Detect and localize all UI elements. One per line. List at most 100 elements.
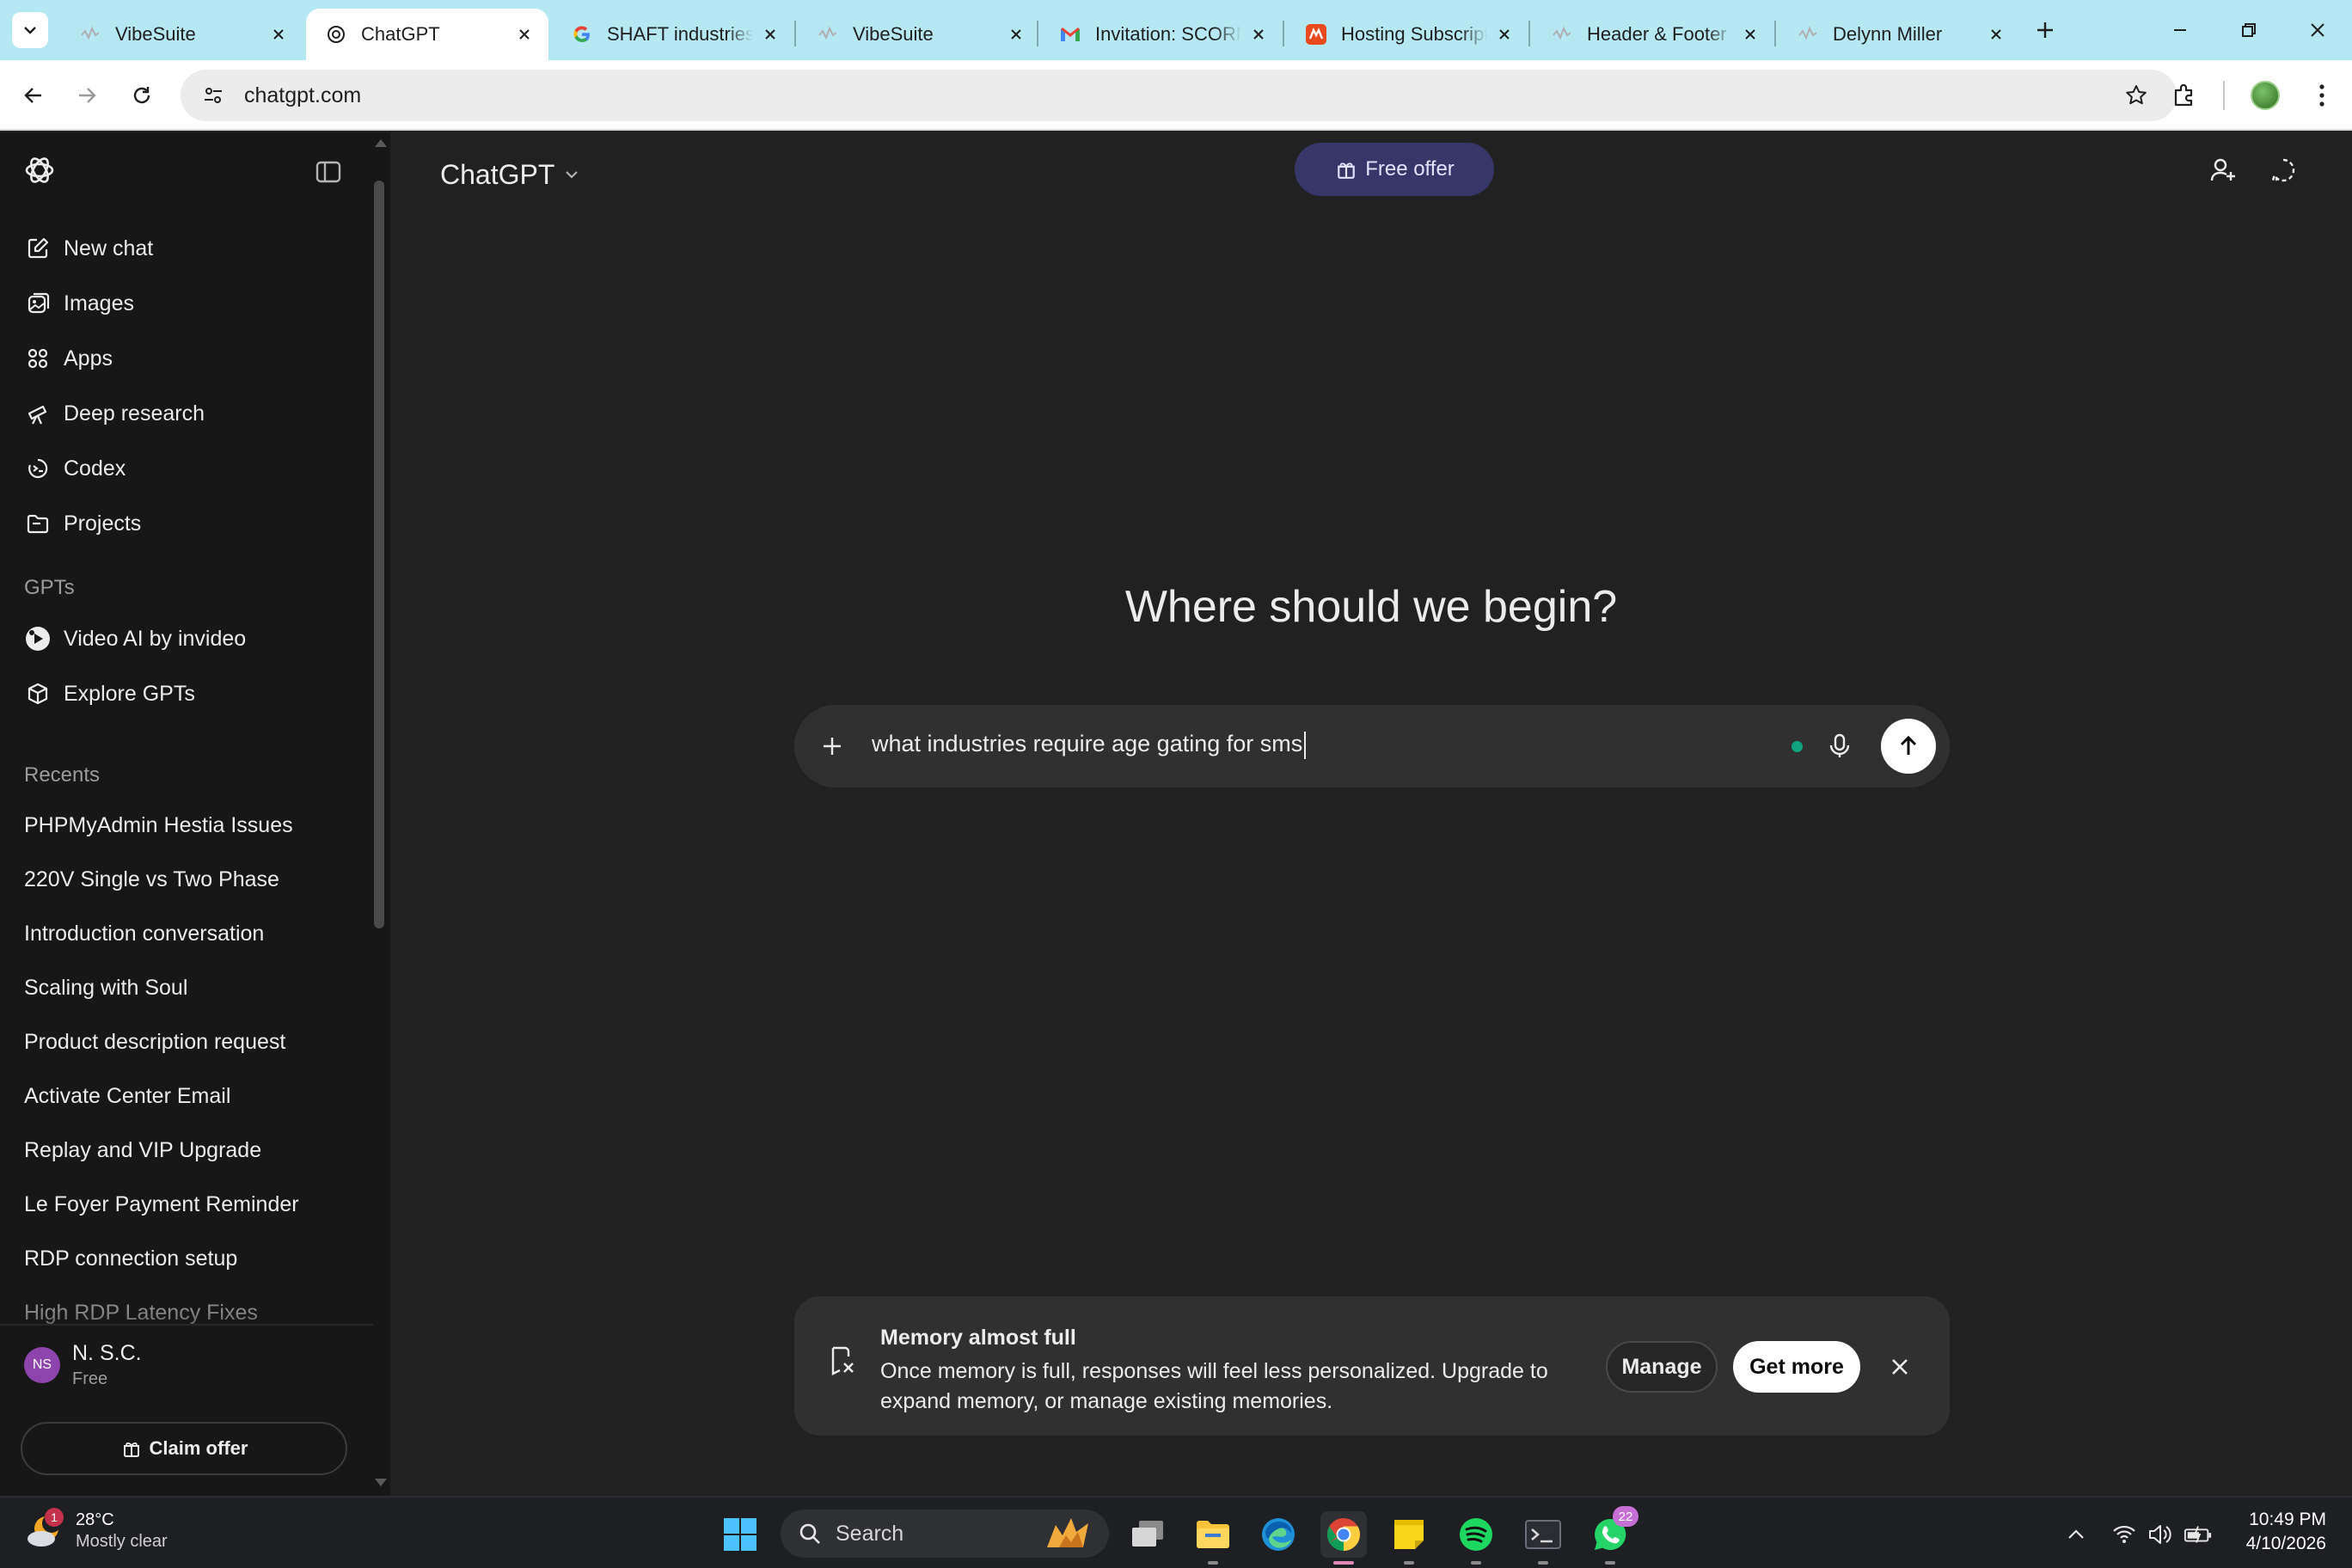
browser-tab[interactable]: SHAFT industries	[552, 9, 794, 60]
back-button[interactable]	[15, 77, 52, 113]
vibesuite-favicon	[817, 23, 839, 46]
site-info-icon[interactable]	[196, 78, 230, 113]
minimize-button[interactable]	[2146, 0, 2214, 60]
edge-logo-icon	[1262, 1518, 1295, 1551]
google-favicon	[571, 23, 593, 46]
browser-menu-button[interactable]	[2304, 77, 2340, 113]
vibesuite-favicon	[79, 23, 101, 46]
system-clock[interactable]: 10:49 PM 4/10/2026	[2246, 1508, 2326, 1556]
address-bar[interactable]: chatgpt.com	[181, 70, 2177, 121]
recents-heading: Recents	[24, 763, 101, 787]
browser-tab[interactable]: VibeSuite	[60, 9, 303, 60]
recent-chat-item[interactable]: 220V Single vs Two Phase	[24, 867, 279, 892]
sidebar-item-video-ai[interactable]: Video AI by invideo	[12, 616, 356, 662]
tray-overflow-button[interactable]	[2061, 1520, 2091, 1549]
attach-button[interactable]	[815, 729, 849, 763]
start-button[interactable]	[717, 1511, 763, 1558]
edge-browser-app[interactable]	[1255, 1511, 1302, 1558]
sidebar-item-new-chat[interactable]: New chat	[12, 225, 356, 272]
gift-icon	[120, 1437, 143, 1460]
restore-button[interactable]	[2214, 0, 2283, 60]
reload-button[interactable]	[124, 77, 160, 113]
sidebar-item-codex[interactable]: Codex	[12, 445, 356, 492]
images-icon	[24, 290, 52, 317]
forward-button[interactable]	[69, 77, 105, 113]
browser-tab[interactable]: VibeSuite	[798, 9, 1040, 60]
tab-close-icon[interactable]	[1738, 22, 1762, 46]
user-profile-row[interactable]: NS N. S.C. Free	[12, 1331, 359, 1400]
send-button[interactable]	[1881, 719, 1936, 774]
battery-charging-icon	[2184, 1526, 2212, 1543]
cube-icon	[24, 680, 52, 707]
tab-close-icon[interactable]	[266, 22, 291, 46]
manage-memory-button[interactable]: Manage	[1606, 1341, 1718, 1393]
browser-toolbar: chatgpt.com	[0, 60, 2352, 131]
battery-status[interactable]	[2184, 1520, 2213, 1549]
scroll-up-arrow[interactable]	[375, 139, 387, 147]
free-offer-label: Free offer	[1365, 157, 1455, 181]
recent-chat-item[interactable]: Introduction conversation	[24, 922, 264, 946]
free-offer-button[interactable]: Free offer	[1295, 143, 1494, 196]
close-window-button[interactable]	[2283, 0, 2352, 60]
tab-close-icon[interactable]	[1246, 22, 1271, 46]
scrollbar-thumb[interactable]	[374, 181, 384, 928]
openai-logo-icon[interactable]	[22, 153, 57, 187]
prompt-input[interactable]: what industries require age gating for s…	[872, 731, 1307, 759]
volume-control[interactable]	[2146, 1520, 2175, 1549]
tab-close-icon[interactable]	[1492, 22, 1516, 46]
browser-tab[interactable]: Header & Footer	[1532, 9, 1774, 60]
tab-search-button[interactable]	[12, 12, 48, 48]
message-composer[interactable]: what industries require age gating for s…	[794, 705, 1950, 787]
recent-chat-item[interactable]: Product description request	[24, 1030, 285, 1055]
sidebar-item-apps[interactable]: Apps	[12, 335, 356, 382]
weather-widget[interactable]: 1 28°C Mostly clear	[24, 1508, 168, 1553]
speaker-icon	[2149, 1525, 2171, 1544]
get-more-button[interactable]: Get more	[1733, 1341, 1860, 1393]
sidebar-item-explore-gpts[interactable]: Explore GPTs	[12, 671, 356, 717]
tab-close-icon[interactable]	[758, 22, 782, 46]
recent-chat-item[interactable]: Scaling with Soul	[24, 976, 187, 1001]
bookmark-star-icon[interactable]	[2120, 79, 2153, 112]
browser-tab[interactable]: Invitation: SCORM	[1040, 9, 1283, 60]
tab-close-icon[interactable]	[512, 22, 536, 46]
tab-close-icon[interactable]	[1004, 22, 1028, 46]
extensions-button[interactable]	[2166, 77, 2202, 113]
profile-button[interactable]	[2247, 77, 2283, 113]
task-view-button[interactable]	[1124, 1511, 1171, 1558]
invite-people-button[interactable]	[2204, 151, 2242, 189]
sidebar-item-projects[interactable]: Projects	[12, 500, 356, 547]
dismiss-banner-button[interactable]	[1883, 1350, 1917, 1384]
scroll-down-arrow[interactable]	[375, 1479, 387, 1486]
file-explorer-app[interactable]	[1190, 1511, 1236, 1565]
recent-chat-item[interactable]: Replay and VIP Upgrade	[24, 1138, 261, 1163]
recent-chat-item[interactable]: Activate Center Email	[24, 1084, 230, 1109]
temporary-chat-button[interactable]	[2264, 151, 2302, 189]
sidebar-scrollbar[interactable]	[373, 160, 385, 1484]
recent-chat-item[interactable]: PHPMyAdmin Hestia Issues	[24, 813, 293, 838]
browser-tab[interactable]: Hosting Subscription	[1286, 9, 1528, 60]
tab-title: VibeSuite	[853, 23, 934, 45]
spotify-app[interactable]	[1453, 1511, 1499, 1565]
terminal-app[interactable]	[1520, 1511, 1566, 1565]
dictate-button[interactable]	[1822, 729, 1857, 763]
recent-chat-item[interactable]: Le Foyer Payment Reminder	[24, 1192, 299, 1217]
running-indicator	[1404, 1561, 1414, 1565]
back-arrow-icon	[24, 88, 41, 103]
browser-tab-active[interactable]: ChatGPT	[306, 9, 548, 60]
new-tab-button[interactable]	[2029, 14, 2061, 46]
chrome-browser-app[interactable]	[1320, 1511, 1367, 1565]
wifi-status[interactable]	[2110, 1520, 2139, 1549]
tab-close-icon[interactable]	[1984, 22, 2008, 46]
claim-offer-button[interactable]: Claim offer	[21, 1422, 347, 1475]
sticky-notes-app[interactable]	[1386, 1511, 1432, 1565]
running-indicator	[1333, 1561, 1354, 1565]
whatsapp-app[interactable]: 22	[1587, 1506, 1638, 1565]
taskbar-search[interactable]: Search	[781, 1510, 1109, 1558]
user-name: N. S.C.	[72, 1341, 142, 1365]
sidebar-toggle-button[interactable]	[313, 156, 344, 187]
model-selector[interactable]: ChatGPT	[440, 155, 580, 194]
sidebar-item-images[interactable]: Images	[12, 280, 356, 327]
recent-chat-item[interactable]: RDP connection setup	[24, 1246, 237, 1271]
sidebar-item-deep-research[interactable]: Deep research	[12, 390, 356, 437]
browser-tab[interactable]: Delynn Miller	[1778, 9, 2020, 60]
